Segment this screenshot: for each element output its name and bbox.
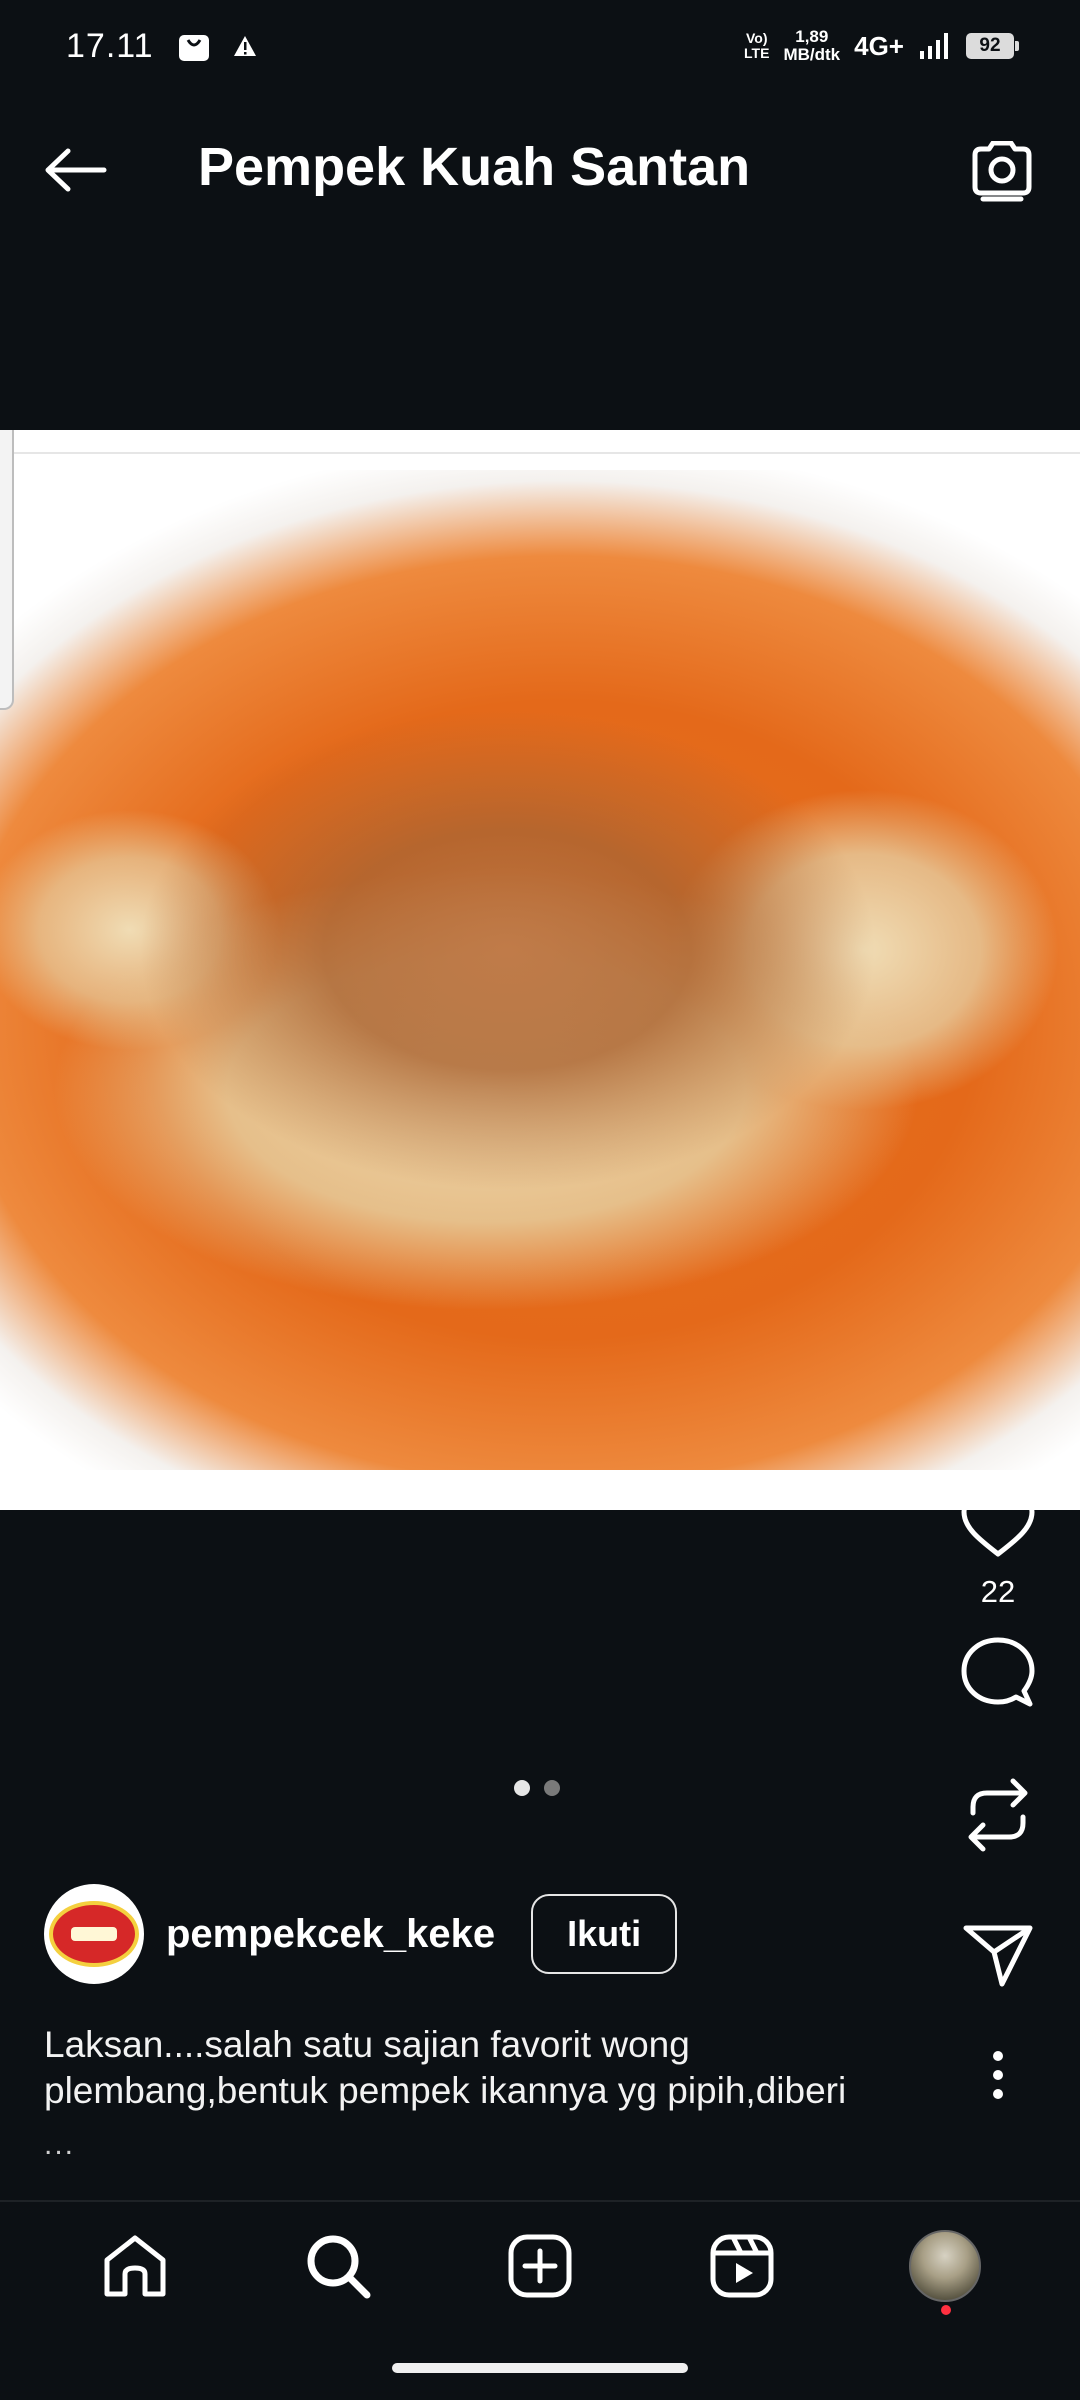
home-indicator[interactable] — [392, 2363, 688, 2373]
nav-create[interactable] — [485, 2211, 595, 2321]
follow-button[interactable]: Ikuti — [531, 1894, 678, 1974]
post-image[interactable] — [0, 470, 1080, 1470]
status-bar: 17.11 Vo) LTE 1,89 MB/dtk 4G+ 92 — [0, 0, 1080, 92]
author-logo — [49, 1901, 139, 1967]
volte-indicator: Vo) LTE — [744, 30, 770, 61]
nav-search[interactable] — [283, 2211, 393, 2321]
camera-icon — [972, 141, 1032, 202]
reels-icon — [710, 2234, 774, 2298]
camera-button[interactable] — [966, 136, 1038, 208]
more-options-button[interactable] — [948, 2030, 1048, 2120]
status-notifications — [178, 30, 258, 62]
caption-more[interactable]: ... — [44, 2128, 75, 2162]
carousel-dot-1 — [514, 1780, 530, 1796]
network-type: 4G+ — [854, 30, 904, 61]
nav-profile[interactable] — [890, 2211, 1000, 2321]
create-icon — [508, 2234, 572, 2298]
author-avatar[interactable] — [44, 1884, 144, 1984]
divider — [0, 452, 1080, 454]
heart-icon — [961, 1492, 1035, 1557]
signal-icon — [920, 33, 948, 59]
nav-reels[interactable] — [687, 2211, 797, 2321]
author-row: pempekcek_keke Ikuti — [44, 1884, 678, 1984]
action-column: 22 — [948, 1480, 1048, 2120]
carousel-indicator — [514, 1780, 560, 1796]
more-vertical-icon — [993, 2051, 1003, 2099]
status-time: 17.11 — [66, 26, 154, 65]
like-count[interactable]: 22 — [981, 1574, 1015, 1610]
network-speed: 1,89 MB/dtk — [783, 27, 841, 64]
bottom-nav — [0, 2200, 1080, 2330]
send-icon — [963, 1925, 1033, 1987]
share-button[interactable] — [948, 1910, 1048, 2000]
previous-slide-edge — [0, 430, 14, 710]
nav-home[interactable] — [80, 2211, 190, 2321]
repost-icon — [968, 1778, 1028, 1852]
notification-dot — [940, 2305, 951, 2315]
repost-button[interactable] — [948, 1770, 1048, 1860]
profile-avatar — [908, 2230, 981, 2302]
warning-icon — [233, 36, 256, 56]
author-username[interactable]: pempekcek_keke — [166, 1912, 495, 1957]
header: Pempek Kuah Santan — [0, 100, 1080, 240]
arrow-left-icon — [45, 148, 107, 192]
back-button[interactable] — [40, 138, 112, 202]
home-icon — [104, 2235, 166, 2297]
comment-icon — [961, 1637, 1035, 1707]
carousel-dot-2 — [544, 1780, 560, 1796]
status-indicators: Vo) LTE 1,89 MB/dtk 4G+ 92 — [744, 27, 1019, 64]
shopping-bag-icon — [178, 35, 209, 61]
search-icon — [307, 2235, 371, 2299]
page-title: Pempek Kuah Santan — [198, 137, 751, 197]
post-caption[interactable]: Laksan....salah satu sajian favorit wong… — [44, 2022, 944, 2114]
battery-indicator: 92 — [966, 33, 1019, 59]
like-button[interactable] — [948, 1480, 1048, 1570]
comment-button[interactable] — [948, 1628, 1048, 1718]
post-image-container[interactable] — [0, 430, 1080, 1510]
